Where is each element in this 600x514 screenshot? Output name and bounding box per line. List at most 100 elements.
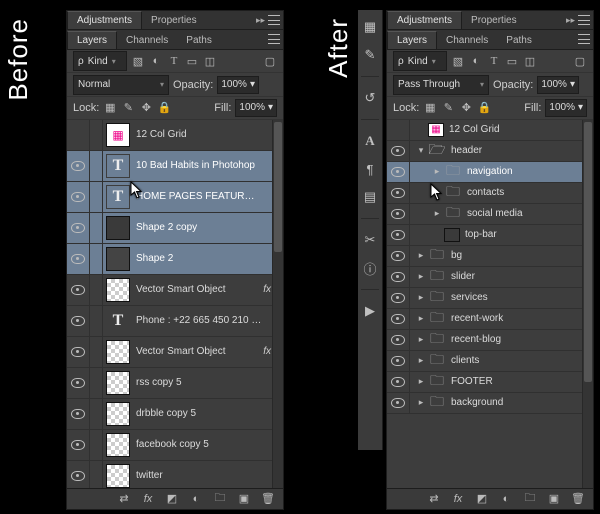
filter-pixel-icon[interactable]: ▧	[451, 55, 465, 68]
scrollbar[interactable]	[582, 120, 593, 488]
layer-row[interactable]: Vector Smart Objectfx▾	[67, 275, 283, 306]
fx-icon[interactable]: fx	[451, 493, 465, 505]
filter-smart-icon[interactable]: ◫	[523, 55, 537, 68]
filter-pixel-icon[interactable]: ▧	[131, 55, 145, 68]
visibility-toggle[interactable]	[387, 267, 410, 287]
visibility-toggle[interactable]	[67, 275, 90, 305]
layer-row[interactable]: TPhone : +22 665 450 210 …	[67, 306, 283, 337]
tab-paths[interactable]: Paths	[177, 32, 221, 49]
layer-row[interactable]: Vector Smart Objectfx▾	[67, 337, 283, 368]
disclosure-closed-icon[interactable]: ▸	[416, 292, 426, 303]
lock-all-icon[interactable]: 🔒	[477, 101, 491, 114]
filter-adjust-icon[interactable]: ◐	[149, 55, 163, 67]
group-icon[interactable]: 🗀	[523, 489, 537, 508]
opacity-value[interactable]: 100%▾	[217, 76, 259, 94]
disclosure-open-icon[interactable]: ▾	[416, 145, 426, 156]
character-icon[interactable]: A	[361, 132, 379, 150]
collapse-icon[interactable]: ▸▸	[256, 15, 265, 26]
layer-row[interactable]: ▾🗁header	[387, 141, 593, 162]
disclosure-closed-icon[interactable]: ▸	[416, 376, 426, 387]
layer-row[interactable]: ▦12 Col Grid	[387, 120, 593, 141]
layer-row[interactable]: twitter	[67, 461, 283, 488]
collapse-icon[interactable]: ▸▸	[566, 15, 575, 26]
brush-icon[interactable]: ✎	[361, 46, 379, 64]
visibility-toggle[interactable]	[387, 330, 410, 350]
mask-icon[interactable]: ◩	[475, 492, 489, 505]
filter-shape-icon[interactable]: ▭	[185, 55, 199, 68]
lock-position-icon[interactable]: ✥	[459, 101, 473, 114]
fill-value[interactable]: 100%▾	[235, 99, 277, 117]
panel-menu-icon[interactable]	[268, 34, 280, 44]
disclosure-closed-icon[interactable]: ▸	[416, 355, 426, 366]
layer-row[interactable]: rss copy 5	[67, 368, 283, 399]
scrollbar[interactable]	[272, 120, 283, 488]
layer-row[interactable]: ▸🗀social media	[387, 204, 593, 225]
filter-text-icon[interactable]: T	[487, 55, 501, 67]
visibility-toggle[interactable]	[387, 246, 410, 266]
disclosure-closed-icon[interactable]: ▸	[432, 166, 442, 177]
visibility-toggle[interactable]	[387, 393, 410, 413]
tab-adjustments[interactable]: Adjustments	[387, 11, 462, 29]
disclosure-closed-icon[interactable]: ▸	[416, 313, 426, 324]
blend-mode-dropdown[interactable]: Pass Through▾	[393, 75, 489, 95]
visibility-toggle[interactable]	[67, 120, 90, 150]
tab-properties[interactable]: Properties	[462, 12, 526, 29]
panel-menu-icon[interactable]	[578, 34, 590, 44]
fx-badge[interactable]: fx	[263, 346, 271, 357]
trash-icon[interactable]: 🗑	[261, 492, 275, 505]
paragraph-icon[interactable]: ¶	[361, 160, 379, 178]
layer-row[interactable]: T10 Bad Habits in Photohop	[67, 151, 283, 182]
layer-row[interactable]: ▸🗀background	[387, 393, 593, 414]
layer-row[interactable]: ▸🗀FOOTER	[387, 372, 593, 393]
fill-value[interactable]: 100%▾	[545, 99, 587, 117]
info-icon[interactable]: ⓘ	[361, 259, 379, 277]
group-icon[interactable]: 🗀	[213, 489, 227, 508]
panel-menu-icon[interactable]	[578, 15, 590, 25]
actions-icon[interactable]: ▶	[361, 302, 379, 320]
visibility-toggle[interactable]	[387, 288, 410, 308]
layer-row[interactable]: facebook copy 5	[67, 430, 283, 461]
filter-kind-dropdown[interactable]: ρKind▾	[393, 51, 447, 71]
tab-properties[interactable]: Properties	[142, 12, 206, 29]
tab-adjustments[interactable]: Adjustments	[67, 11, 142, 29]
fx-badge[interactable]: fx	[263, 284, 271, 295]
adjustment-layer-icon[interactable]: ◐	[499, 493, 513, 505]
filter-text-icon[interactable]: T	[167, 55, 181, 67]
panel-menu-icon[interactable]	[268, 15, 280, 25]
link-layers-icon[interactable]: ⇄	[117, 492, 131, 505]
layer-row[interactable]: Shape 2	[67, 244, 283, 275]
opacity-value[interactable]: 100%▾	[537, 76, 579, 94]
visibility-toggle[interactable]	[387, 162, 410, 182]
visibility-toggle[interactable]	[67, 368, 90, 398]
visibility-toggle[interactable]	[67, 337, 90, 367]
visibility-toggle[interactable]	[387, 141, 410, 161]
filter-kind-dropdown[interactable]: ρKind▾	[73, 51, 127, 71]
visibility-toggle[interactable]	[387, 309, 410, 329]
layer-row[interactable]: ▸🗀contacts	[387, 183, 593, 204]
visibility-toggle[interactable]	[67, 213, 90, 243]
visibility-toggle[interactable]	[387, 351, 410, 371]
filter-smart-icon[interactable]: ◫	[203, 55, 217, 68]
trash-icon[interactable]: 🗑	[571, 492, 585, 505]
adjustment-layer-icon[interactable]: ◐	[189, 493, 203, 505]
mask-icon[interactable]: ◩	[165, 492, 179, 505]
new-layer-icon[interactable]: ▣	[547, 492, 561, 505]
layer-row[interactable]: ▸🗀navigation	[387, 162, 593, 183]
disclosure-closed-icon[interactable]: ▸	[416, 250, 426, 261]
scroll-thumb[interactable]	[584, 122, 592, 382]
disclosure-closed-icon[interactable]: ▸	[432, 187, 442, 198]
fx-icon[interactable]: fx	[141, 493, 155, 505]
filter-toggle[interactable]: ▢	[263, 55, 277, 68]
disclosure-closed-icon[interactable]: ▸	[432, 208, 442, 219]
visibility-toggle[interactable]	[387, 120, 410, 140]
visibility-toggle[interactable]	[67, 399, 90, 429]
visibility-toggle[interactable]	[67, 430, 90, 460]
visibility-toggle[interactable]	[387, 204, 410, 224]
lock-all-icon[interactable]: 🔒	[157, 101, 171, 114]
lock-paint-icon[interactable]: ✎	[441, 101, 455, 114]
layer-row[interactable]: Shape 2 copy	[67, 213, 283, 244]
layer-row[interactable]: ▸🗀bg	[387, 246, 593, 267]
layer-row[interactable]: drbble copy 5	[67, 399, 283, 430]
blend-mode-dropdown[interactable]: Normal▾	[73, 75, 169, 95]
scroll-thumb[interactable]	[274, 122, 282, 252]
